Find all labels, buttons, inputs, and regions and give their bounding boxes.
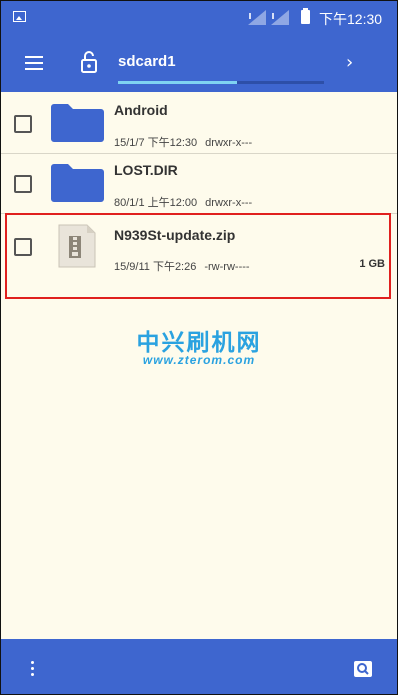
file-manager-screen: 下午12:30 sdcard1 › Android 15/1/7 下午12:30 d… (0, 0, 398, 695)
signal-icon (271, 10, 289, 25)
file-date: 80/1/1 上午12:00 (114, 197, 198, 209)
status-time: 下午12:30 (319, 11, 383, 27)
watermark-title: 中兴刷机网 (136, 330, 262, 356)
battery-icon (301, 8, 310, 24)
path-scroll-track (118, 81, 324, 84)
chevron-right-icon[interactable]: › (346, 52, 353, 73)
unlock-icon[interactable] (80, 51, 98, 73)
file-row[interactable]: LOST.DIR 80/1/1 上午12:00 drwxr-x--- (1, 153, 397, 213)
file-permissions: drwxr-x--- (205, 197, 253, 209)
more-vert-icon[interactable] (31, 661, 35, 677)
file-checkbox[interactable] (14, 115, 32, 133)
file-checkbox[interactable] (14, 175, 32, 193)
signal-icon (248, 10, 266, 25)
file-meta: 80/1/1 上午12:00 drwxr-x--- (114, 194, 252, 210)
file-row[interactable]: Android 15/1/7 下午12:30 drwxr-x--- (1, 93, 397, 153)
status-bar: 下午12:30 (1, 1, 397, 34)
file-permissions: drwxr-x--- (205, 137, 253, 149)
search-icon[interactable] (354, 661, 372, 677)
image-notification-icon (13, 11, 26, 22)
bottom-bar (1, 639, 397, 694)
file-name: Android (114, 102, 168, 118)
watermark-url: www.zterom.com (142, 353, 256, 367)
path-scroll-indicator (118, 81, 238, 84)
file-meta: 15/1/7 下午12:30 drwxr-x--- (114, 134, 252, 150)
folder-icon (51, 104, 104, 142)
folder-icon (51, 164, 104, 202)
menu-icon[interactable] (25, 56, 43, 70)
toolbar: sdcard1 › (1, 34, 397, 92)
highlight-box (5, 213, 391, 299)
file-name: LOST.DIR (114, 162, 178, 178)
path-title[interactable]: sdcard1 (118, 53, 176, 70)
file-date: 15/1/7 下午12:30 (114, 137, 198, 149)
